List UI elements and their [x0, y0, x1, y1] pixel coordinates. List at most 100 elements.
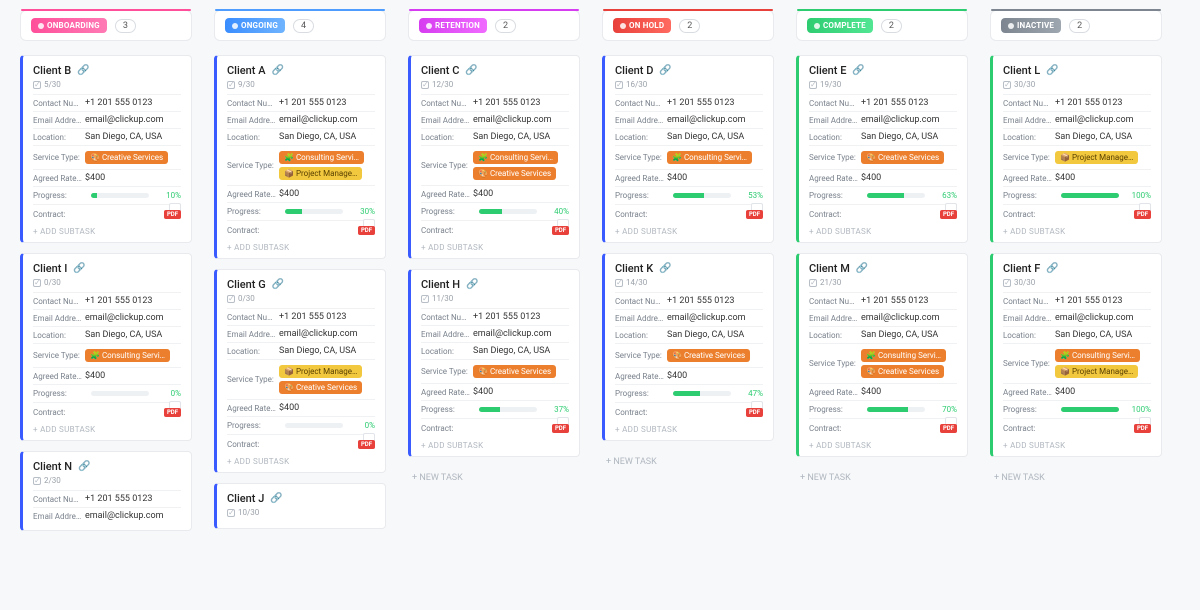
progress-bar[interactable] — [673, 391, 731, 396]
subtask-indicator[interactable]: 14/30 — [615, 278, 763, 287]
client-card[interactable]: Client I🔗0/30Contact Nu…+1 201 555 0123E… — [20, 253, 192, 441]
client-card[interactable]: Client N🔗2/30Contact Nu…+1 201 555 0123E… — [20, 451, 192, 531]
service-tag-creative[interactable]: 🎨 Creative Services — [667, 349, 750, 362]
attachment-icon[interactable]: 🔗 — [78, 461, 90, 472]
subtask-indicator[interactable]: 2/30 — [33, 476, 181, 485]
progress-bar[interactable] — [479, 407, 537, 412]
client-card[interactable]: Client D🔗16/30Contact Nu…+1 201 555 0123… — [602, 55, 774, 243]
status-pill[interactable]: INACTIVE — [1001, 18, 1061, 33]
service-tag-consulting[interactable]: 🧩 Consulting Servi… — [85, 349, 170, 362]
client-card[interactable]: Client H🔗11/30Contact Nu…+1 201 555 0123… — [408, 269, 580, 457]
subtask-indicator[interactable]: 30/30 — [1003, 80, 1151, 89]
progress-bar[interactable] — [867, 407, 925, 412]
attachment-icon[interactable]: 🔗 — [73, 263, 85, 274]
client-card[interactable]: Client L🔗30/30Contact Nu…+1 201 555 0123… — [990, 55, 1162, 243]
new-task-button[interactable]: + NEW TASK — [408, 467, 580, 489]
progress-bar[interactable] — [1061, 193, 1119, 198]
subtask-indicator[interactable]: 16/30 — [615, 80, 763, 89]
service-tag-project[interactable]: 📦 Project Manage… — [1055, 151, 1138, 164]
contract-file[interactable]: PDF — [940, 423, 957, 433]
add-subtask-button[interactable]: + ADD SUBTASK — [1003, 437, 1151, 450]
status-pill[interactable]: ONBOARDING — [31, 18, 107, 33]
progress-bar[interactable] — [1061, 407, 1119, 412]
column-header[interactable]: COMPLETE2 — [796, 10, 968, 41]
attachment-icon[interactable]: 🔗 — [1046, 263, 1058, 274]
service-tag-consulting[interactable]: 🧩 Consulting Servi… — [667, 151, 752, 164]
client-card[interactable]: Client J🔗10/30 — [214, 483, 386, 529]
add-subtask-button[interactable]: + ADD SUBTASK — [33, 223, 181, 236]
service-tag-creative[interactable]: 🎨 Creative Services — [861, 365, 944, 378]
progress-bar[interactable] — [285, 423, 343, 428]
add-subtask-button[interactable]: + ADD SUBTASK — [809, 437, 957, 450]
contract-file[interactable]: PDF — [552, 225, 569, 235]
add-subtask-button[interactable]: + ADD SUBTASK — [227, 239, 375, 252]
contract-file[interactable]: PDF — [746, 407, 763, 417]
progress-bar[interactable] — [91, 391, 149, 396]
contract-file[interactable]: PDF — [940, 209, 957, 219]
service-tag-consulting[interactable]: 🧩 Consulting Servi… — [861, 349, 946, 362]
subtask-indicator[interactable]: 0/30 — [33, 278, 181, 287]
service-tag-creative[interactable]: 🎨 Creative Services — [279, 381, 362, 394]
subtask-indicator[interactable]: 21/30 — [809, 278, 957, 287]
service-tag-project[interactable]: 📦 Project Manage… — [1055, 365, 1138, 378]
add-subtask-button[interactable]: + ADD SUBTASK — [809, 223, 957, 236]
progress-bar[interactable] — [479, 209, 537, 214]
client-card[interactable]: Client C🔗12/30Contact Nu…+1 201 555 0123… — [408, 55, 580, 259]
attachment-icon[interactable]: 🔗 — [856, 263, 868, 274]
subtask-indicator[interactable]: 12/30 — [421, 80, 569, 89]
column-header[interactable]: ONBOARDING3 — [20, 10, 192, 41]
client-card[interactable]: Client M🔗21/30Contact Nu…+1 201 555 0123… — [796, 253, 968, 457]
client-card[interactable]: Client K🔗14/30Contact Nu…+1 201 555 0123… — [602, 253, 774, 441]
contract-file[interactable]: PDF — [1134, 209, 1151, 219]
attachment-icon[interactable]: 🔗 — [270, 493, 282, 504]
column-header[interactable]: RETENTION2 — [408, 10, 580, 41]
service-tag-consulting[interactable]: 🧩 Consulting Servi… — [473, 151, 558, 164]
attachment-icon[interactable]: 🔗 — [852, 65, 864, 76]
contract-file[interactable]: PDF — [746, 209, 763, 219]
contract-file[interactable]: PDF — [358, 439, 375, 449]
subtask-indicator[interactable]: 30/30 — [1003, 278, 1151, 287]
client-card[interactable]: Client B🔗5/30Contact Nu…+1 201 555 0123E… — [20, 55, 192, 243]
add-subtask-button[interactable]: + ADD SUBTASK — [615, 421, 763, 434]
column-header[interactable]: ON HOLD2 — [602, 10, 774, 41]
contract-file[interactable]: PDF — [164, 209, 181, 219]
add-subtask-button[interactable]: + ADD SUBTASK — [615, 223, 763, 236]
attachment-icon[interactable]: 🔗 — [465, 65, 477, 76]
contract-file[interactable]: PDF — [164, 407, 181, 417]
add-subtask-button[interactable]: + ADD SUBTASK — [33, 421, 181, 434]
status-pill[interactable]: COMPLETE — [807, 18, 873, 33]
new-task-button[interactable]: + NEW TASK — [796, 467, 968, 489]
service-tag-consulting[interactable]: 🧩 Consulting Servi… — [1055, 349, 1140, 362]
add-subtask-button[interactable]: + ADD SUBTASK — [421, 239, 569, 252]
subtask-indicator[interactable]: 10/30 — [227, 508, 375, 517]
client-card[interactable]: Client A🔗9/30Contact Nu…+1 201 555 0123E… — [214, 55, 386, 259]
new-task-button[interactable]: + NEW TASK — [990, 467, 1162, 489]
contract-file[interactable]: PDF — [358, 225, 375, 235]
service-tag-creative[interactable]: 🎨 Creative Services — [473, 167, 556, 180]
progress-bar[interactable] — [285, 209, 343, 214]
attachment-icon[interactable]: 🔗 — [272, 65, 284, 76]
subtask-indicator[interactable]: 19/30 — [809, 80, 957, 89]
contract-file[interactable]: PDF — [1134, 423, 1151, 433]
service-tag-creative[interactable]: 🎨 Creative Services — [861, 151, 944, 164]
add-subtask-button[interactable]: + ADD SUBTASK — [227, 453, 375, 466]
service-tag-project[interactable]: 📦 Project Manage… — [279, 365, 362, 378]
status-pill[interactable]: ONGOING — [225, 18, 285, 33]
subtask-indicator[interactable]: 11/30 — [421, 294, 569, 303]
status-pill[interactable]: RETENTION — [419, 18, 487, 33]
progress-bar[interactable] — [91, 193, 149, 198]
service-tag-creative[interactable]: 🎨 Creative Services — [473, 365, 556, 378]
status-pill[interactable]: ON HOLD — [613, 18, 671, 33]
add-subtask-button[interactable]: + ADD SUBTASK — [421, 437, 569, 450]
add-subtask-button[interactable]: + ADD SUBTASK — [1003, 223, 1151, 236]
column-header[interactable]: INACTIVE2 — [990, 10, 1162, 41]
new-task-button[interactable]: + NEW TASK — [602, 451, 774, 473]
service-tag-consulting[interactable]: 🧩 Consulting Servi… — [279, 151, 364, 164]
attachment-icon[interactable]: 🔗 — [466, 279, 478, 290]
attachment-icon[interactable]: 🔗 — [272, 279, 284, 290]
client-card[interactable]: Client E🔗19/30Contact Nu…+1 201 555 0123… — [796, 55, 968, 243]
subtask-indicator[interactable]: 9/30 — [227, 80, 375, 89]
attachment-icon[interactable]: 🔗 — [659, 263, 671, 274]
client-card[interactable]: Client F🔗30/30Contact Nu…+1 201 555 0123… — [990, 253, 1162, 457]
attachment-icon[interactable]: 🔗 — [77, 65, 89, 76]
